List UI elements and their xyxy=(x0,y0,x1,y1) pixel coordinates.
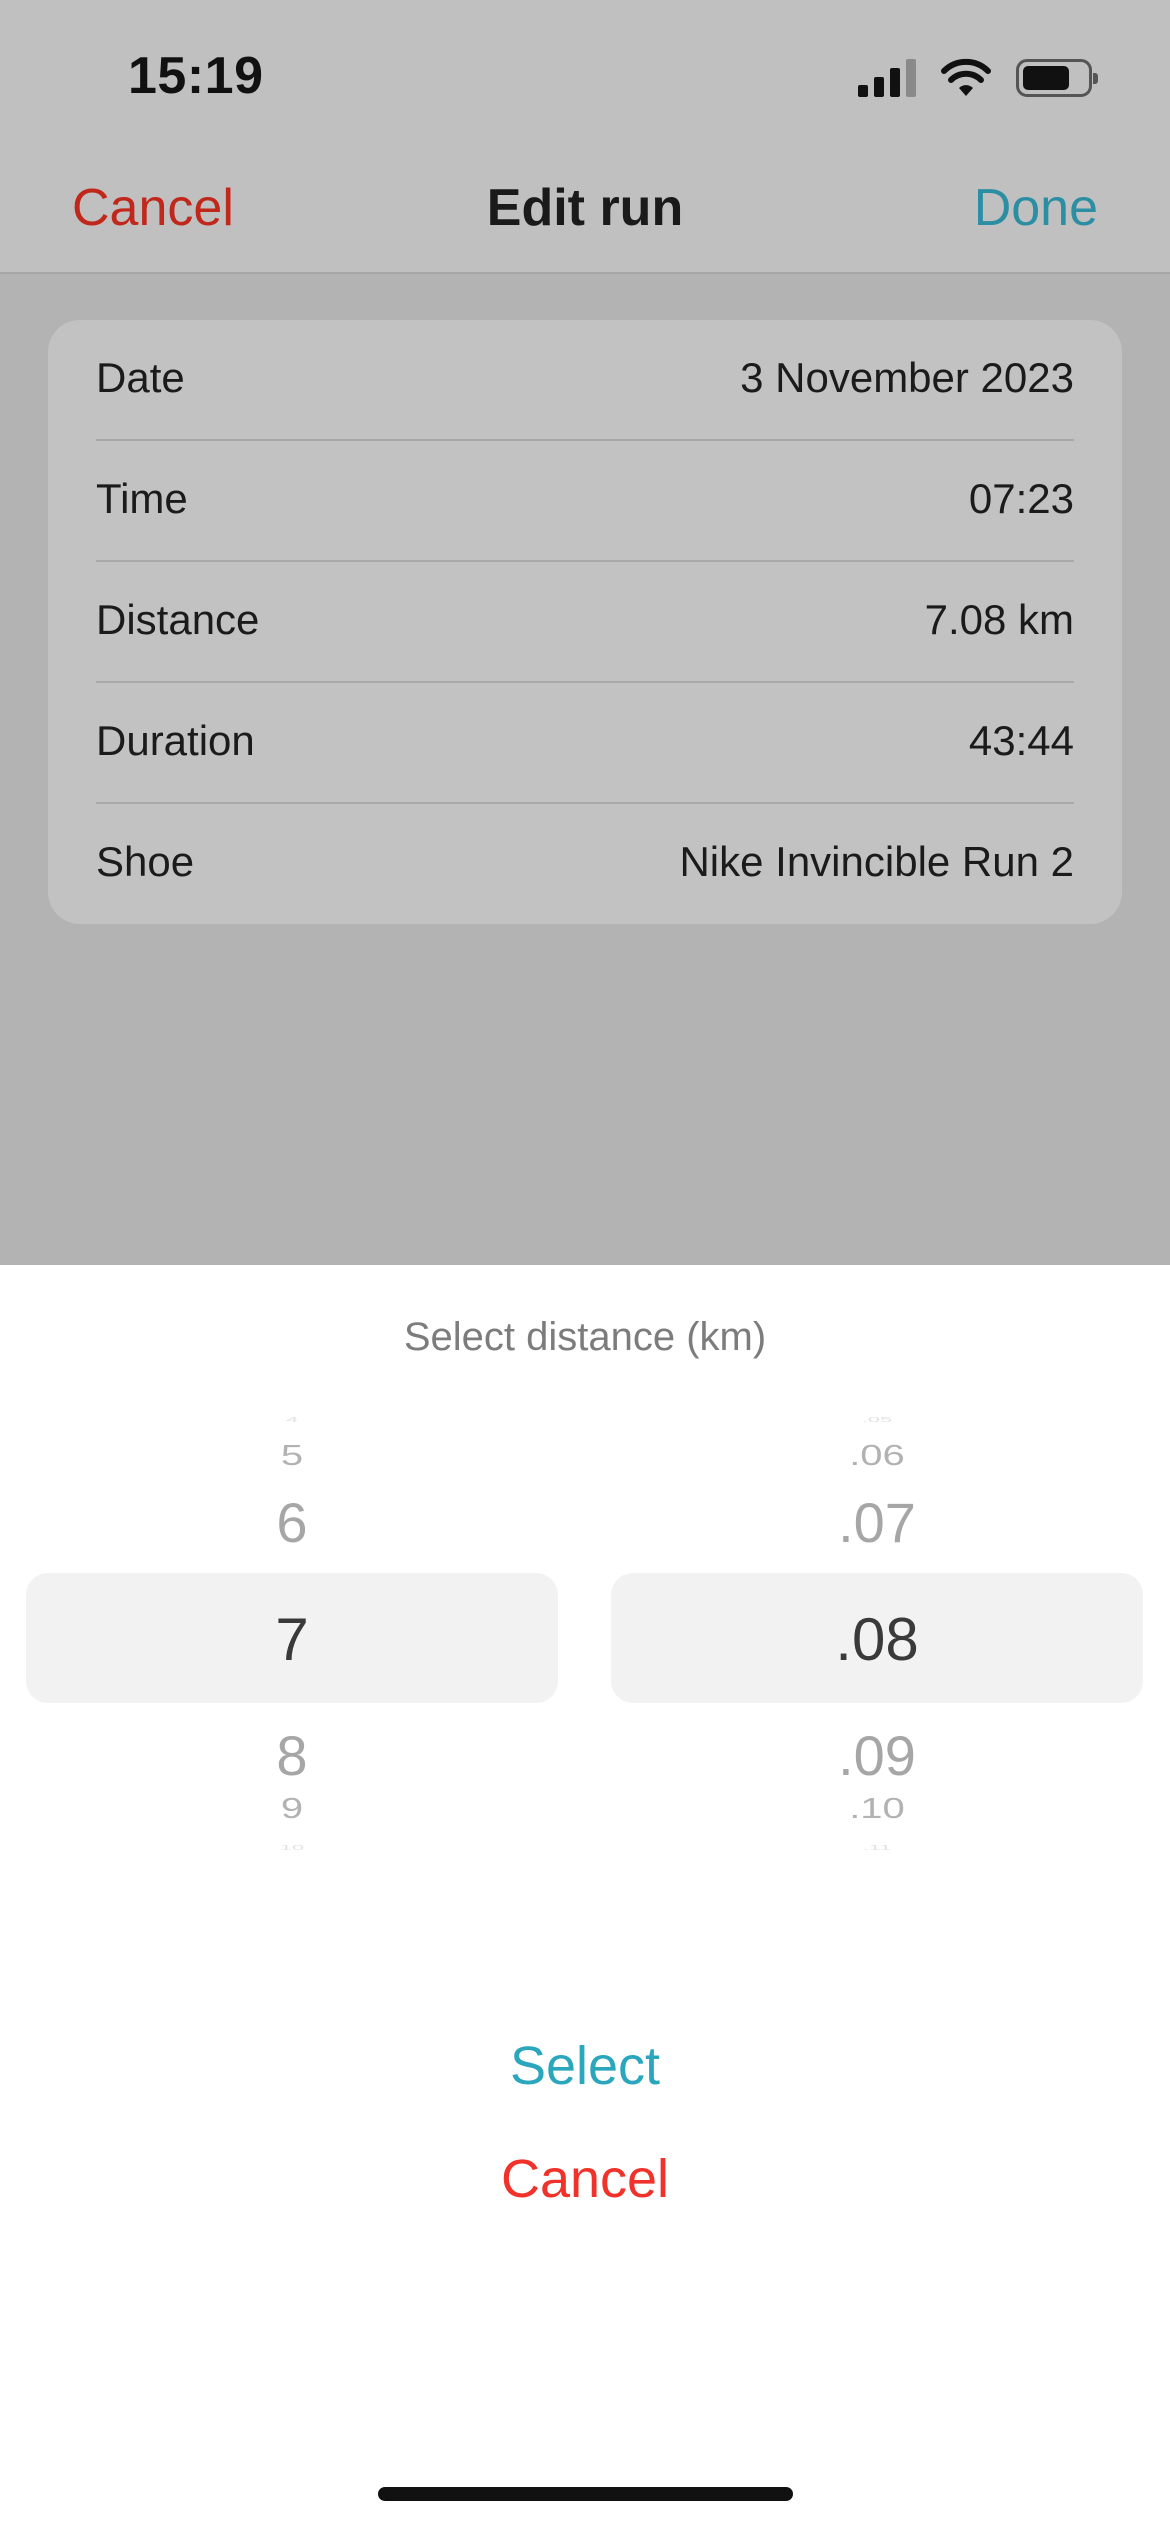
picker-item[interactable]: .10 xyxy=(611,1793,1143,1825)
battery-icon xyxy=(1016,59,1098,97)
picker-item[interactable]: 8 xyxy=(26,1723,558,1788)
picker-item[interactable]: 9 xyxy=(26,1793,558,1825)
status-icons xyxy=(858,56,1098,100)
form-label: Distance xyxy=(96,596,260,643)
form-row-distance[interactable]: Distance 7.08 km xyxy=(96,562,1074,683)
decimal-wheel-picker[interactable]: .05 .06 .07 .08 .09 .10 .11 xyxy=(611,1415,1143,1852)
form-value: 43:44 xyxy=(968,717,1074,764)
form-value: Nike Invincible Run 2 xyxy=(679,838,1074,885)
select-button[interactable]: Select xyxy=(0,2035,1170,2097)
done-button[interactable]: Done xyxy=(974,178,1098,238)
form-label: Date xyxy=(96,354,185,401)
distance-picker-sheet: Select distance (km) 4 5 6 7 8 9 10 .05 … xyxy=(0,1265,1170,2532)
form-label: Duration xyxy=(96,717,255,764)
wifi-icon xyxy=(941,58,991,96)
picker-item[interactable]: 4 xyxy=(26,1415,558,1424)
km-wheel-picker[interactable]: 4 5 6 7 8 9 10 xyxy=(26,1415,558,1852)
picker-item[interactable]: .11 xyxy=(611,1843,1143,1852)
sheet-title: Select distance (km) xyxy=(403,1315,767,1359)
picker-item[interactable]: .05 xyxy=(611,1415,1143,1424)
status-time: 15:19 xyxy=(128,47,264,105)
form-label: Time xyxy=(96,475,188,522)
form-value: 07:23 xyxy=(968,475,1074,522)
form-label: Shoe xyxy=(96,838,195,885)
picker-item[interactable]: 5 xyxy=(26,1440,558,1472)
form-row-duration[interactable]: Duration 43:44 xyxy=(96,683,1074,804)
run-details-form: Date 3 November 2023 Time 07:23 Distance… xyxy=(48,320,1122,924)
picker-item-selected[interactable]: .08 xyxy=(611,1605,1143,1674)
form-row-shoe[interactable]: Shoe Nike Invincible Run 2 xyxy=(96,804,1074,924)
picker-item[interactable]: 6 xyxy=(26,1490,558,1555)
status-bar: 15:19 xyxy=(0,0,1170,150)
form-row-time[interactable]: Time 07:23 xyxy=(96,441,1074,562)
navigation-bar: Cancel Edit run Done xyxy=(0,150,1170,274)
home-indicator[interactable] xyxy=(378,2487,793,2501)
form-value: 3 November 2023 xyxy=(740,354,1074,401)
form-value: 7.08 km xyxy=(924,596,1074,643)
picker-item[interactable]: .07 xyxy=(611,1490,1143,1555)
sheet-cancel-button[interactable]: Cancel xyxy=(0,2148,1170,2210)
picker-item-selected[interactable]: 7 xyxy=(26,1605,558,1674)
picker-item[interactable]: 10 xyxy=(26,1843,558,1852)
picker-item[interactable]: .06 xyxy=(611,1440,1143,1472)
cellular-signal-icon xyxy=(858,59,916,97)
picker-item[interactable]: .09 xyxy=(611,1723,1143,1788)
form-row-date[interactable]: Date 3 November 2023 xyxy=(96,320,1074,441)
